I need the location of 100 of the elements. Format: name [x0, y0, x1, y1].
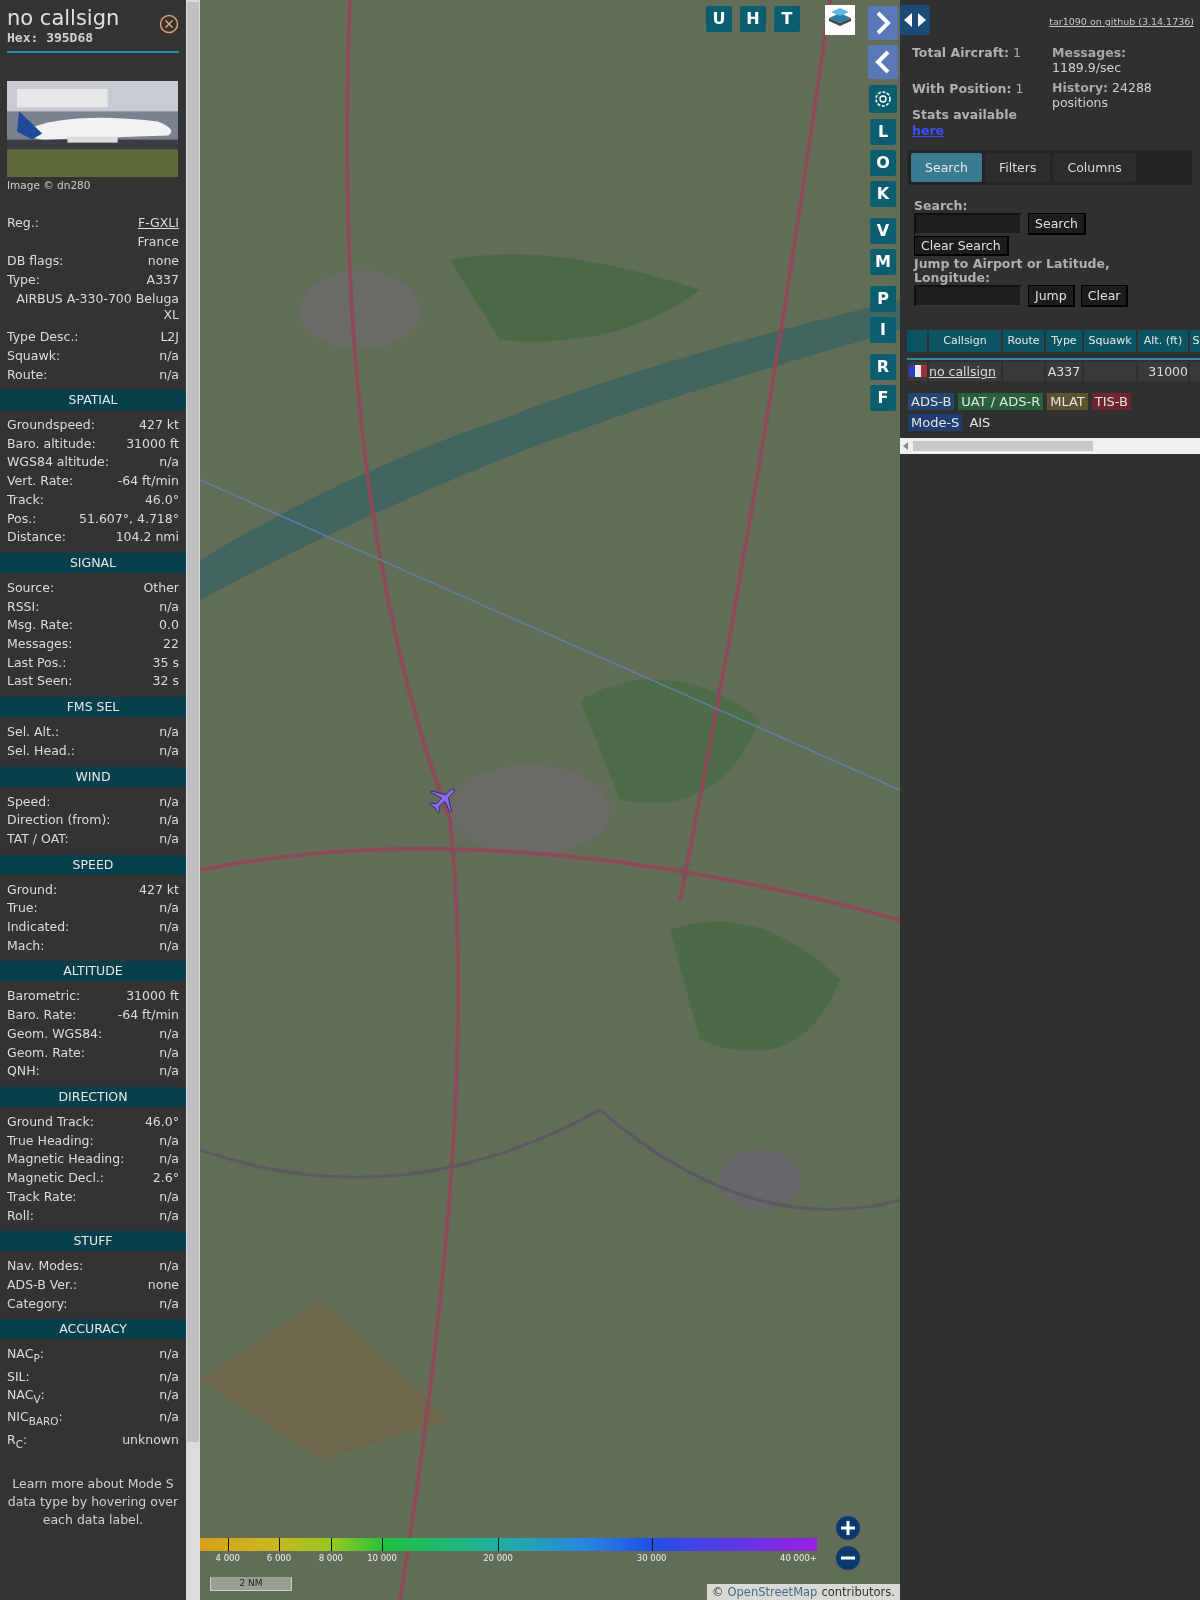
openstreetmap-link[interactable]: OpenStreetMap	[727, 1585, 818, 1599]
field-label: Mach:	[7, 936, 45, 955]
field-value: 104.2 nmi	[115, 528, 179, 547]
version-link[interactable]: tar1090 on github (3.14.1736)	[1049, 16, 1194, 27]
field-value: n/a	[159, 1024, 179, 1043]
field-value: n/a	[159, 1257, 179, 1276]
field-value: L2J	[160, 328, 179, 346]
scrollbar[interactable]	[900, 438, 1200, 454]
clear-search-button[interactable]: Clear Search	[914, 236, 1009, 256]
field-value: n/a	[159, 723, 179, 742]
close-icon[interactable]	[159, 14, 179, 34]
field-label: R$_{C}$:	[7, 1430, 28, 1452]
section-header: ALTITUDE	[0, 961, 186, 982]
field-value: n/a	[159, 792, 179, 811]
zoom-out-icon[interactable]	[836, 1546, 860, 1570]
field-label: Baro. altitude:	[7, 434, 96, 453]
jump-label: Jump to Airport or Latitude, Longitude:	[914, 257, 1111, 285]
flag-icon	[909, 365, 927, 377]
field-label: Route:	[7, 366, 48, 384]
field-value: 31000 ft	[126, 987, 179, 1006]
tab[interactable]: Columns	[1053, 153, 1136, 182]
field-value: n/a	[159, 1062, 179, 1081]
field-label: Vert. Rate:	[7, 472, 74, 491]
field-value: none	[147, 252, 179, 270]
field-label: Direction (from):	[7, 811, 111, 830]
field-label: Track:	[7, 490, 44, 509]
search-button[interactable]: Search	[1028, 213, 1086, 235]
source-tag: Mode-S	[908, 414, 963, 431]
map-toggle-button[interactable]: M	[870, 249, 896, 275]
section-header: ACCURACY	[0, 1319, 186, 1340]
field-value: n/a	[159, 366, 179, 384]
field-value: -64 ft/min	[117, 472, 179, 491]
copyright-text: ©	[711, 1585, 724, 1599]
field-value: France	[137, 233, 179, 251]
field-value: n/a	[159, 1131, 179, 1150]
jump-button[interactable]: Jump	[1028, 285, 1075, 307]
field-label: Source:	[7, 578, 55, 597]
tab[interactable]: Search	[911, 153, 982, 182]
field-value: n/a	[159, 829, 179, 848]
map-toggle-button[interactable]: U	[706, 6, 732, 32]
field-label: Last Seen:	[7, 672, 73, 691]
map-toggle-button[interactable]: O	[870, 150, 896, 176]
chevron-right-icon[interactable]	[868, 6, 898, 40]
search-label: Search:	[914, 199, 969, 213]
field-label: Groundspeed:	[7, 416, 95, 434]
column-header[interactable]: Callsign	[929, 330, 1001, 352]
zoom-in-icon[interactable]	[836, 1516, 860, 1540]
section-header: DIRECTION	[0, 1087, 186, 1107]
section-header: SPEED	[0, 854, 186, 875]
field-value: 46.0°	[144, 490, 179, 509]
map-toggle-button[interactable]: K	[870, 181, 896, 207]
stat-text: Messages: 1189.9/sec	[1052, 45, 1128, 75]
scrollbar[interactable]	[186, 0, 200, 1600]
map-toggle-button[interactable]: T	[774, 6, 800, 32]
scale-bar: 2 NM	[210, 1577, 292, 1591]
field-value: 427 kt	[139, 880, 179, 899]
field-value: n/a	[159, 1367, 179, 1386]
field-label: Squawk:	[7, 347, 61, 365]
hex-code: Hex: 395D68	[7, 30, 95, 45]
field-label: QNH:	[7, 1062, 40, 1081]
tab[interactable]: Filters	[984, 153, 1051, 182]
altitude-label: 10 000	[367, 1553, 397, 1563]
field-value: n/a	[159, 899, 179, 918]
field-label: ADS-B Ver.:	[7, 1275, 78, 1294]
map-toggle-button[interactable]: F	[870, 385, 896, 411]
field-label: RSSI:	[7, 597, 40, 616]
chevron-left-icon[interactable]	[868, 45, 898, 79]
field-label: Geom. WGS84:	[7, 1024, 103, 1043]
column-header[interactable]: Type	[1046, 330, 1082, 352]
section-header: SPATIAL	[0, 390, 186, 410]
clear-button[interactable]: Clear	[1080, 285, 1129, 307]
location-field[interactable]	[914, 285, 1022, 307]
column-header[interactable]: S	[1190, 330, 1200, 352]
registration-link[interactable]: F-GXLI	[137, 213, 179, 232]
column-header[interactable]: Alt. (ft)	[1138, 330, 1188, 352]
map-toggle-button[interactable]: R	[870, 354, 896, 380]
field-value: n/a	[159, 1345, 179, 1364]
field-label: Barometric:	[7, 987, 81, 1006]
map-toggle-button[interactable]: P	[870, 286, 896, 312]
field-label: Ground:	[7, 880, 58, 899]
field-value: 51.607°, 4.718°	[79, 509, 179, 528]
expand-arrows-icon[interactable]	[900, 5, 930, 35]
section-header: SIGNAL	[0, 552, 186, 573]
altitude-label: 4 000	[215, 1553, 240, 1563]
settings-icon[interactable]	[869, 85, 897, 113]
map-toggle-button[interactable]: V	[870, 218, 896, 244]
field-label: WGS84 altitude:	[7, 453, 110, 472]
field-label: NAC$_{V}$:	[7, 1386, 45, 1407]
field-label: Type Desc.:	[7, 328, 79, 346]
map-toggle-button[interactable]: L	[870, 119, 896, 145]
field-label: Sel. Head.:	[7, 741, 75, 760]
map-toggle-button[interactable]: I	[870, 317, 896, 343]
layers-icon[interactable]	[825, 5, 855, 35]
search-field[interactable]	[914, 213, 1022, 235]
scroll-left-icon[interactable]	[903, 442, 909, 450]
aircraft-type-name: AIRBUS A-330-700 Beluga XL	[15, 290, 179, 324]
map-toggle-button[interactable]: H	[740, 6, 766, 32]
field-value: 32 s	[152, 672, 179, 691]
column-header[interactable]: Squawk	[1084, 330, 1136, 352]
column-header[interactable]: Route	[1003, 330, 1044, 352]
